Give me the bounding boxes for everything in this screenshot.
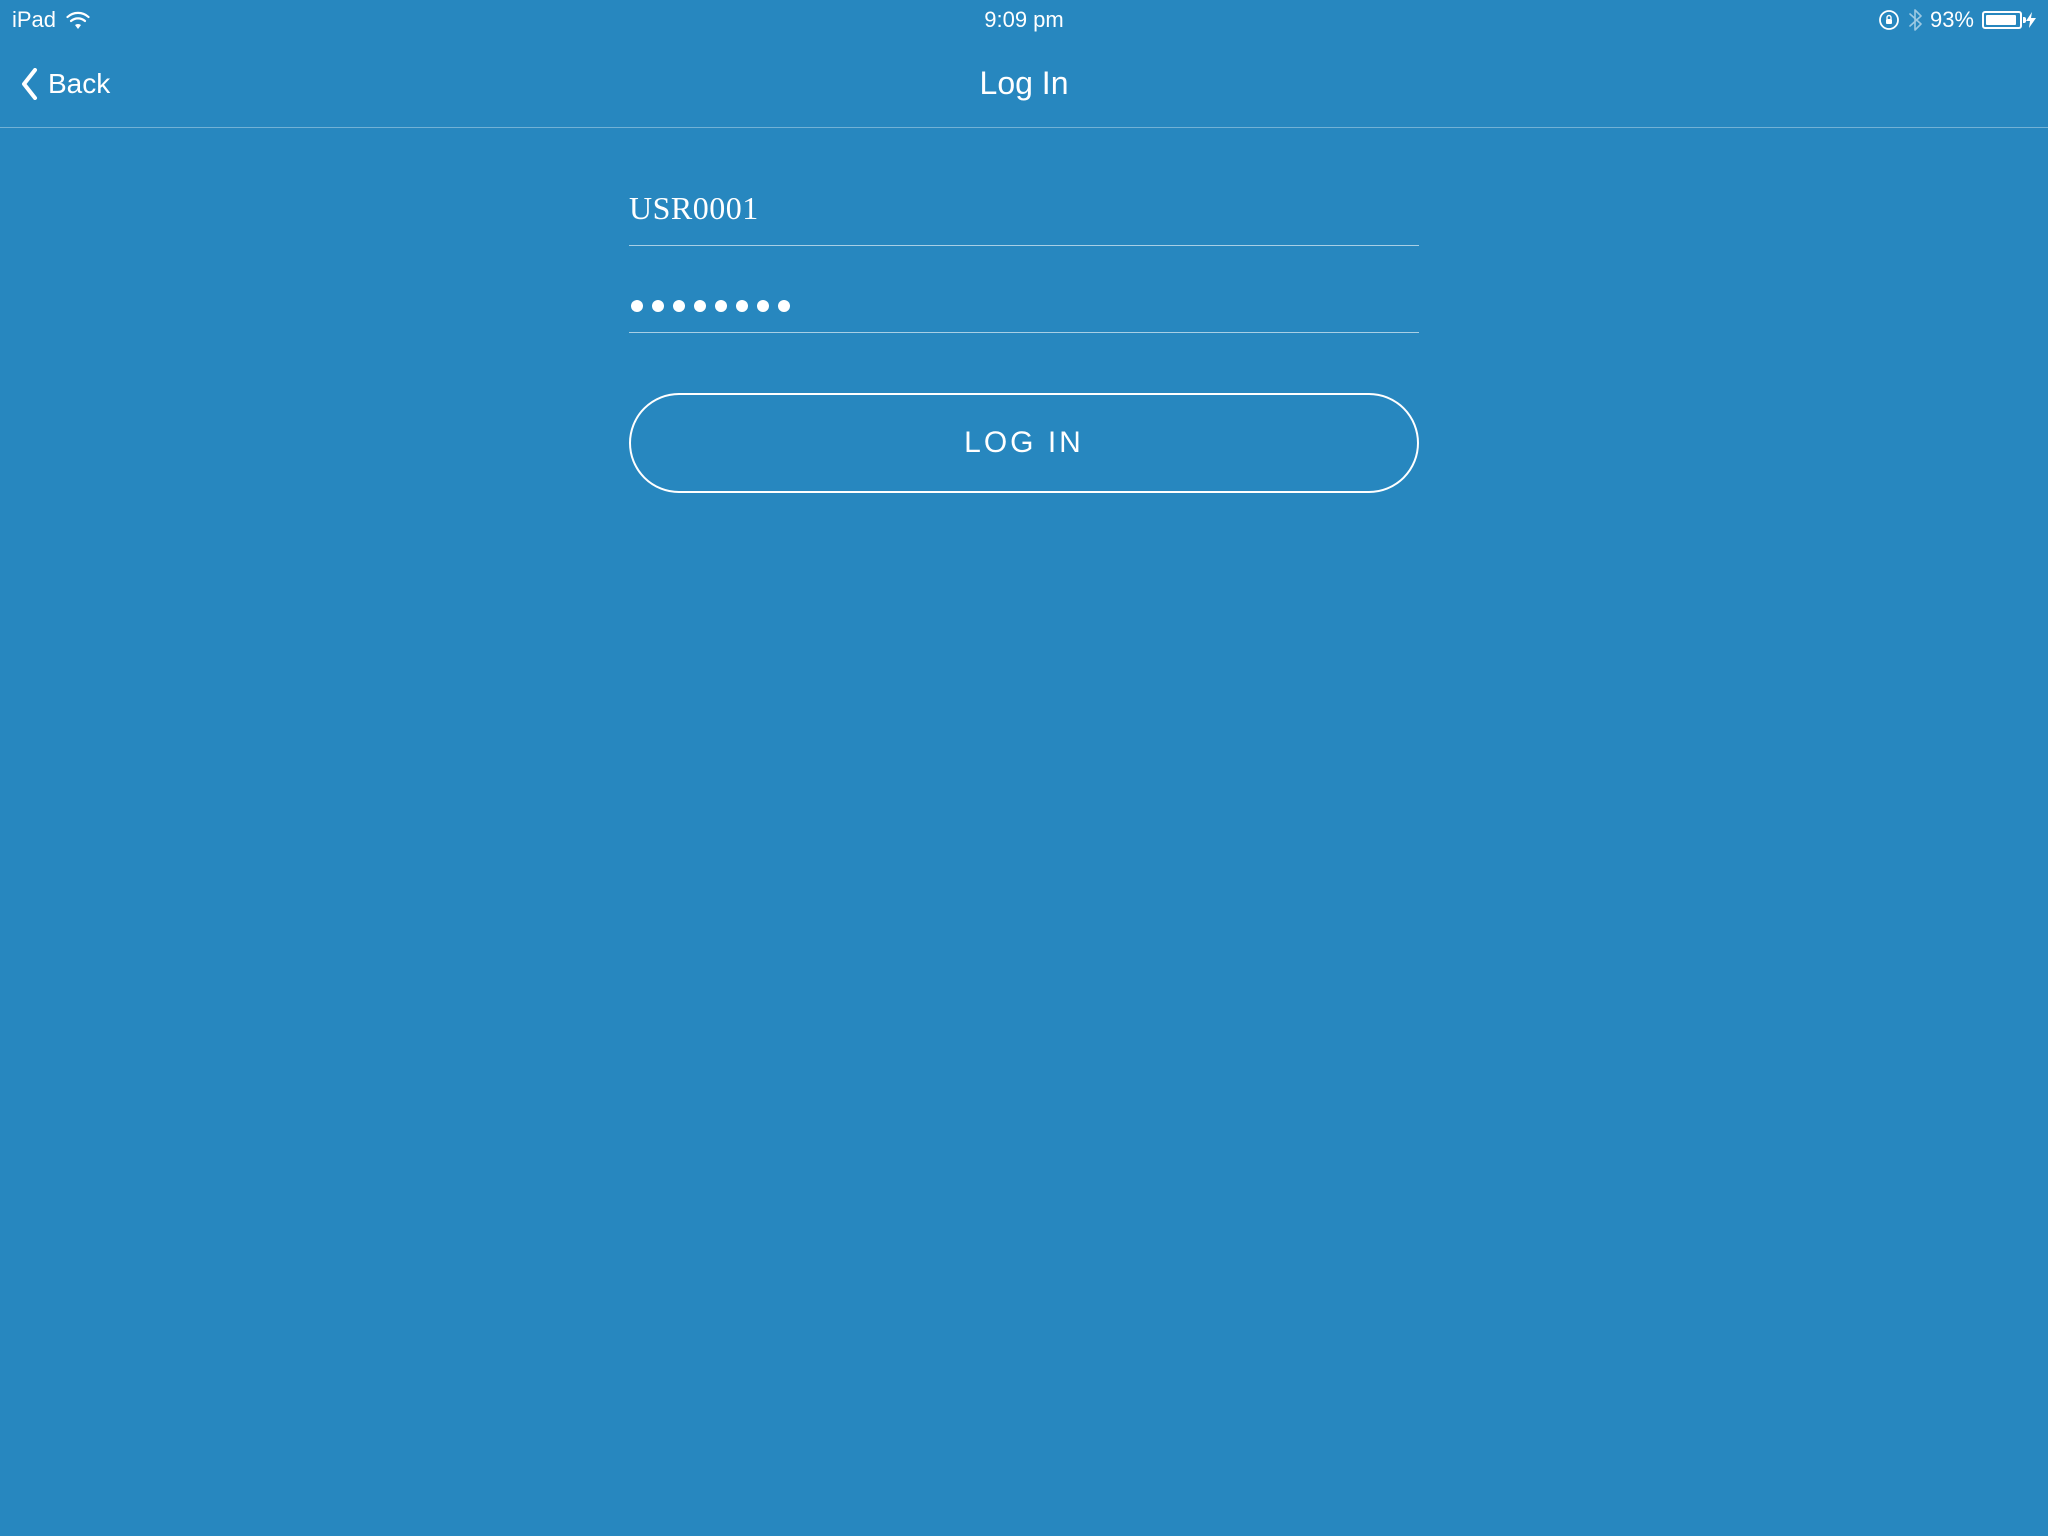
- password-dot: [631, 300, 643, 312]
- battery-percent: 93%: [1930, 7, 1974, 33]
- password-dot: [778, 300, 790, 312]
- status-left: iPad: [12, 7, 90, 33]
- password-dot: [715, 300, 727, 312]
- back-button[interactable]: Back: [0, 68, 110, 100]
- login-button[interactable]: LOG IN: [629, 393, 1419, 493]
- password-dot: [736, 300, 748, 312]
- device-label: iPad: [12, 7, 56, 33]
- username-input[interactable]: [629, 178, 1419, 246]
- chevron-left-icon: [20, 68, 40, 100]
- password-dot: [694, 300, 706, 312]
- password-dot: [673, 300, 685, 312]
- back-label: Back: [48, 68, 110, 100]
- login-form: LOG IN: [629, 128, 1419, 493]
- navigation-bar: Back Log In: [0, 40, 2048, 128]
- bluetooth-icon: [1908, 9, 1922, 31]
- charging-icon: [2026, 12, 2036, 28]
- status-bar: iPad 9:09 pm 93%: [0, 0, 2048, 40]
- password-dot: [757, 300, 769, 312]
- orientation-lock-icon: [1878, 9, 1900, 31]
- status-right: 93%: [1878, 7, 2036, 33]
- password-dot: [652, 300, 664, 312]
- wifi-icon: [66, 11, 90, 29]
- page-title: Log In: [980, 65, 1069, 102]
- battery-icon: [1982, 11, 2036, 29]
- status-time: 9:09 pm: [984, 7, 1064, 33]
- password-input[interactable]: [629, 264, 1419, 333]
